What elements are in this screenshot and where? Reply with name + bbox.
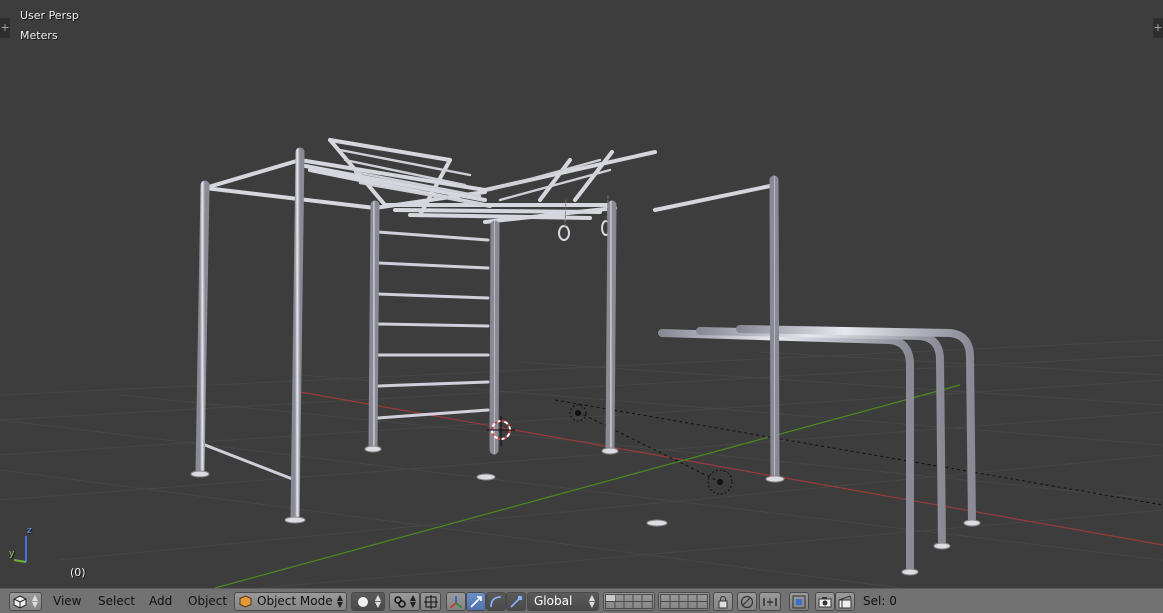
- toolshelf-toggle-icon[interactable]: +: [0, 18, 10, 38]
- pivot-point-button[interactable]: ▲ ▼: [389, 592, 420, 611]
- viewport-shading-button[interactable]: ▲ ▼: [351, 592, 385, 611]
- camera-guide-line: [554, 399, 1163, 506]
- select-menu[interactable]: Select: [98, 594, 135, 608]
- lamp-object-icon[interactable]: [569, 404, 587, 422]
- translate-manipulator-button[interactable]: [466, 592, 486, 611]
- 3d-viewport[interactable]: User Persp Meters (0) z y + +: [0, 0, 1163, 588]
- z-axis-label: z: [27, 526, 32, 536]
- snap-magnet-icon: [763, 598, 777, 606]
- manipulator-toggle-button[interactable]: [446, 592, 466, 611]
- axis-gizmo: [13, 536, 27, 563]
- object-menu[interactable]: Object: [188, 594, 227, 608]
- translate-arrow-icon: [470, 596, 482, 608]
- camera-render-icon: [818, 597, 832, 608]
- 3d-view-cube-icon: [13, 595, 27, 609]
- y-axis-label: y: [9, 549, 15, 559]
- snap-element-button[interactable]: [789, 592, 809, 611]
- pivot-point-icon: [394, 596, 406, 608]
- camera-object-icon[interactable]: [707, 469, 733, 495]
- render-animation-button[interactable]: [835, 592, 855, 611]
- layers-grid-icon: [605, 594, 653, 609]
- solid-sphere-icon: [358, 597, 368, 607]
- orientation-label: Global: [534, 594, 573, 608]
- view-menu[interactable]: View: [53, 594, 81, 608]
- layers-left-button[interactable]: [603, 592, 655, 611]
- viewport-header: ▲ ▼ View Select Add Object Object Mode ▲ ▼…: [0, 588, 1163, 613]
- lock-camera-button[interactable]: [713, 592, 733, 611]
- manipulator-center-button[interactable]: [420, 592, 441, 611]
- frame-number-label: (0): [70, 566, 86, 579]
- rotate-arc-icon: [490, 596, 502, 608]
- mode-selector[interactable]: Object Mode ▲ ▼: [234, 592, 347, 611]
- proportional-edit-icon: [740, 595, 754, 609]
- scale-manipulator-button[interactable]: [506, 592, 526, 611]
- transform-orientation-select[interactable]: Global ▲ ▼: [527, 592, 599, 611]
- view-name-label: User Persp: [20, 9, 79, 22]
- render-opengl-button[interactable]: [815, 592, 835, 611]
- layers-right-button[interactable]: [658, 592, 710, 611]
- clapperboard-icon: [838, 595, 852, 609]
- properties-toggle-icon[interactable]: +: [1153, 18, 1163, 38]
- scene-canvas[interactable]: [0, 0, 1163, 588]
- scale-icon: [510, 596, 522, 608]
- add-menu[interactable]: Add: [149, 594, 172, 608]
- axes-manipulator-icon: [449, 596, 463, 609]
- object-cube-icon: [239, 595, 252, 608]
- snap-increment-icon: [792, 595, 806, 609]
- mode-label: Object Mode: [257, 594, 333, 608]
- floor-grid: [0, 339, 1163, 588]
- proportional-edit-button[interactable]: [737, 592, 757, 611]
- selection-status: Sel: 0: [863, 594, 897, 608]
- layers-grid-icon: [660, 594, 708, 609]
- editor-type-button[interactable]: ▲ ▼: [9, 592, 42, 611]
- units-label: Meters: [20, 29, 58, 42]
- rotate-manipulator-button[interactable]: [486, 592, 506, 611]
- snap-toggle-button[interactable]: [759, 592, 781, 611]
- lock-icon: [718, 596, 728, 609]
- manipulator-center-icon: [424, 595, 438, 609]
